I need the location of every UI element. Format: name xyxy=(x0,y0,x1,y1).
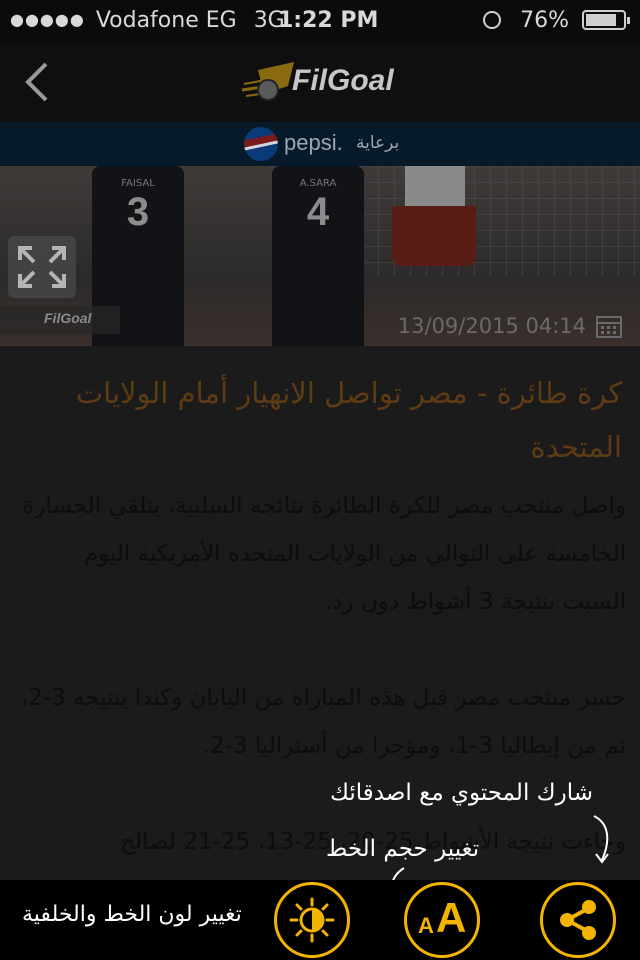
brightness-icon xyxy=(289,897,335,943)
article-title: كرة طائرة - مصر تواصل الانهيار أمام الول… xyxy=(75,376,622,464)
article-image[interactable]: FAISAL 3 A.SARA 4 FilGoal 13/09/2015 04:… xyxy=(0,166,640,346)
carrier-name: Vodafone EG xyxy=(95,8,237,33)
battery-percent: 76% xyxy=(520,8,569,33)
theme-hint: تغيير لون الخط والخلفية xyxy=(22,902,242,927)
watermark-text: FilGoal xyxy=(44,310,92,326)
status-bar: ●●●●● Vodafone EG 3G 1:22 PM 76% xyxy=(0,0,640,42)
font-size-hint: تغيير حجم الخط xyxy=(326,836,480,862)
share-hint: شارك المحتوي مع اصدقائك xyxy=(330,780,593,806)
share-button[interactable] xyxy=(540,882,616,958)
status-left: ●●●●● Vodafone EG 3G xyxy=(10,8,285,33)
opponent-player xyxy=(392,206,476,266)
theme-button[interactable] xyxy=(274,882,350,958)
article-date: 13/09/2015 04:14 xyxy=(376,312,640,342)
calendar-icon xyxy=(596,316,622,338)
sponsor-bar: pepsi. برعاية xyxy=(0,122,640,166)
chevron-left-icon[interactable] xyxy=(18,60,62,104)
pepsi-logo-icon xyxy=(244,127,278,161)
share-icon xyxy=(560,900,596,940)
player-4: A.SARA 4 xyxy=(272,166,364,346)
volleyball-net xyxy=(330,166,640,276)
font-small-glyph: A xyxy=(418,913,434,938)
ball-icon xyxy=(241,62,294,101)
date-text: 13/09/2015 04:14 xyxy=(397,314,586,338)
share-hint-arrow-icon xyxy=(593,815,609,864)
font-size-icon: A A xyxy=(407,885,477,955)
article-body: واصل منتخب مصر للكرة الطائرة نتائجه السل… xyxy=(20,493,626,855)
image-watermark: FilGoal xyxy=(0,306,120,334)
alarm-icon xyxy=(483,11,502,29)
battery-icon xyxy=(582,10,630,30)
player-name: A.SARA xyxy=(299,178,337,189)
sponsor-brand: pepsi. xyxy=(284,130,343,155)
font-large-glyph: A xyxy=(436,894,467,941)
nav-bar: FilGoal xyxy=(0,42,640,122)
filgoal-logo: FilGoal xyxy=(240,56,420,110)
status-time: 1:22 PM xyxy=(278,8,379,33)
logo-text: FilGoal xyxy=(292,64,394,97)
player-number: 3 xyxy=(126,190,150,234)
signal-strength-icon: ●●●●● xyxy=(10,10,85,29)
player-number: 4 xyxy=(306,190,330,234)
fullscreen-button[interactable] xyxy=(8,236,76,298)
sponsor-label: برعاية xyxy=(356,133,400,153)
expand-icon xyxy=(18,246,66,288)
opponent-player-shirt xyxy=(405,166,465,206)
status-right: 76% xyxy=(483,8,630,33)
font-size-button[interactable]: A A xyxy=(404,882,480,958)
player-name: FAISAL xyxy=(121,178,155,189)
